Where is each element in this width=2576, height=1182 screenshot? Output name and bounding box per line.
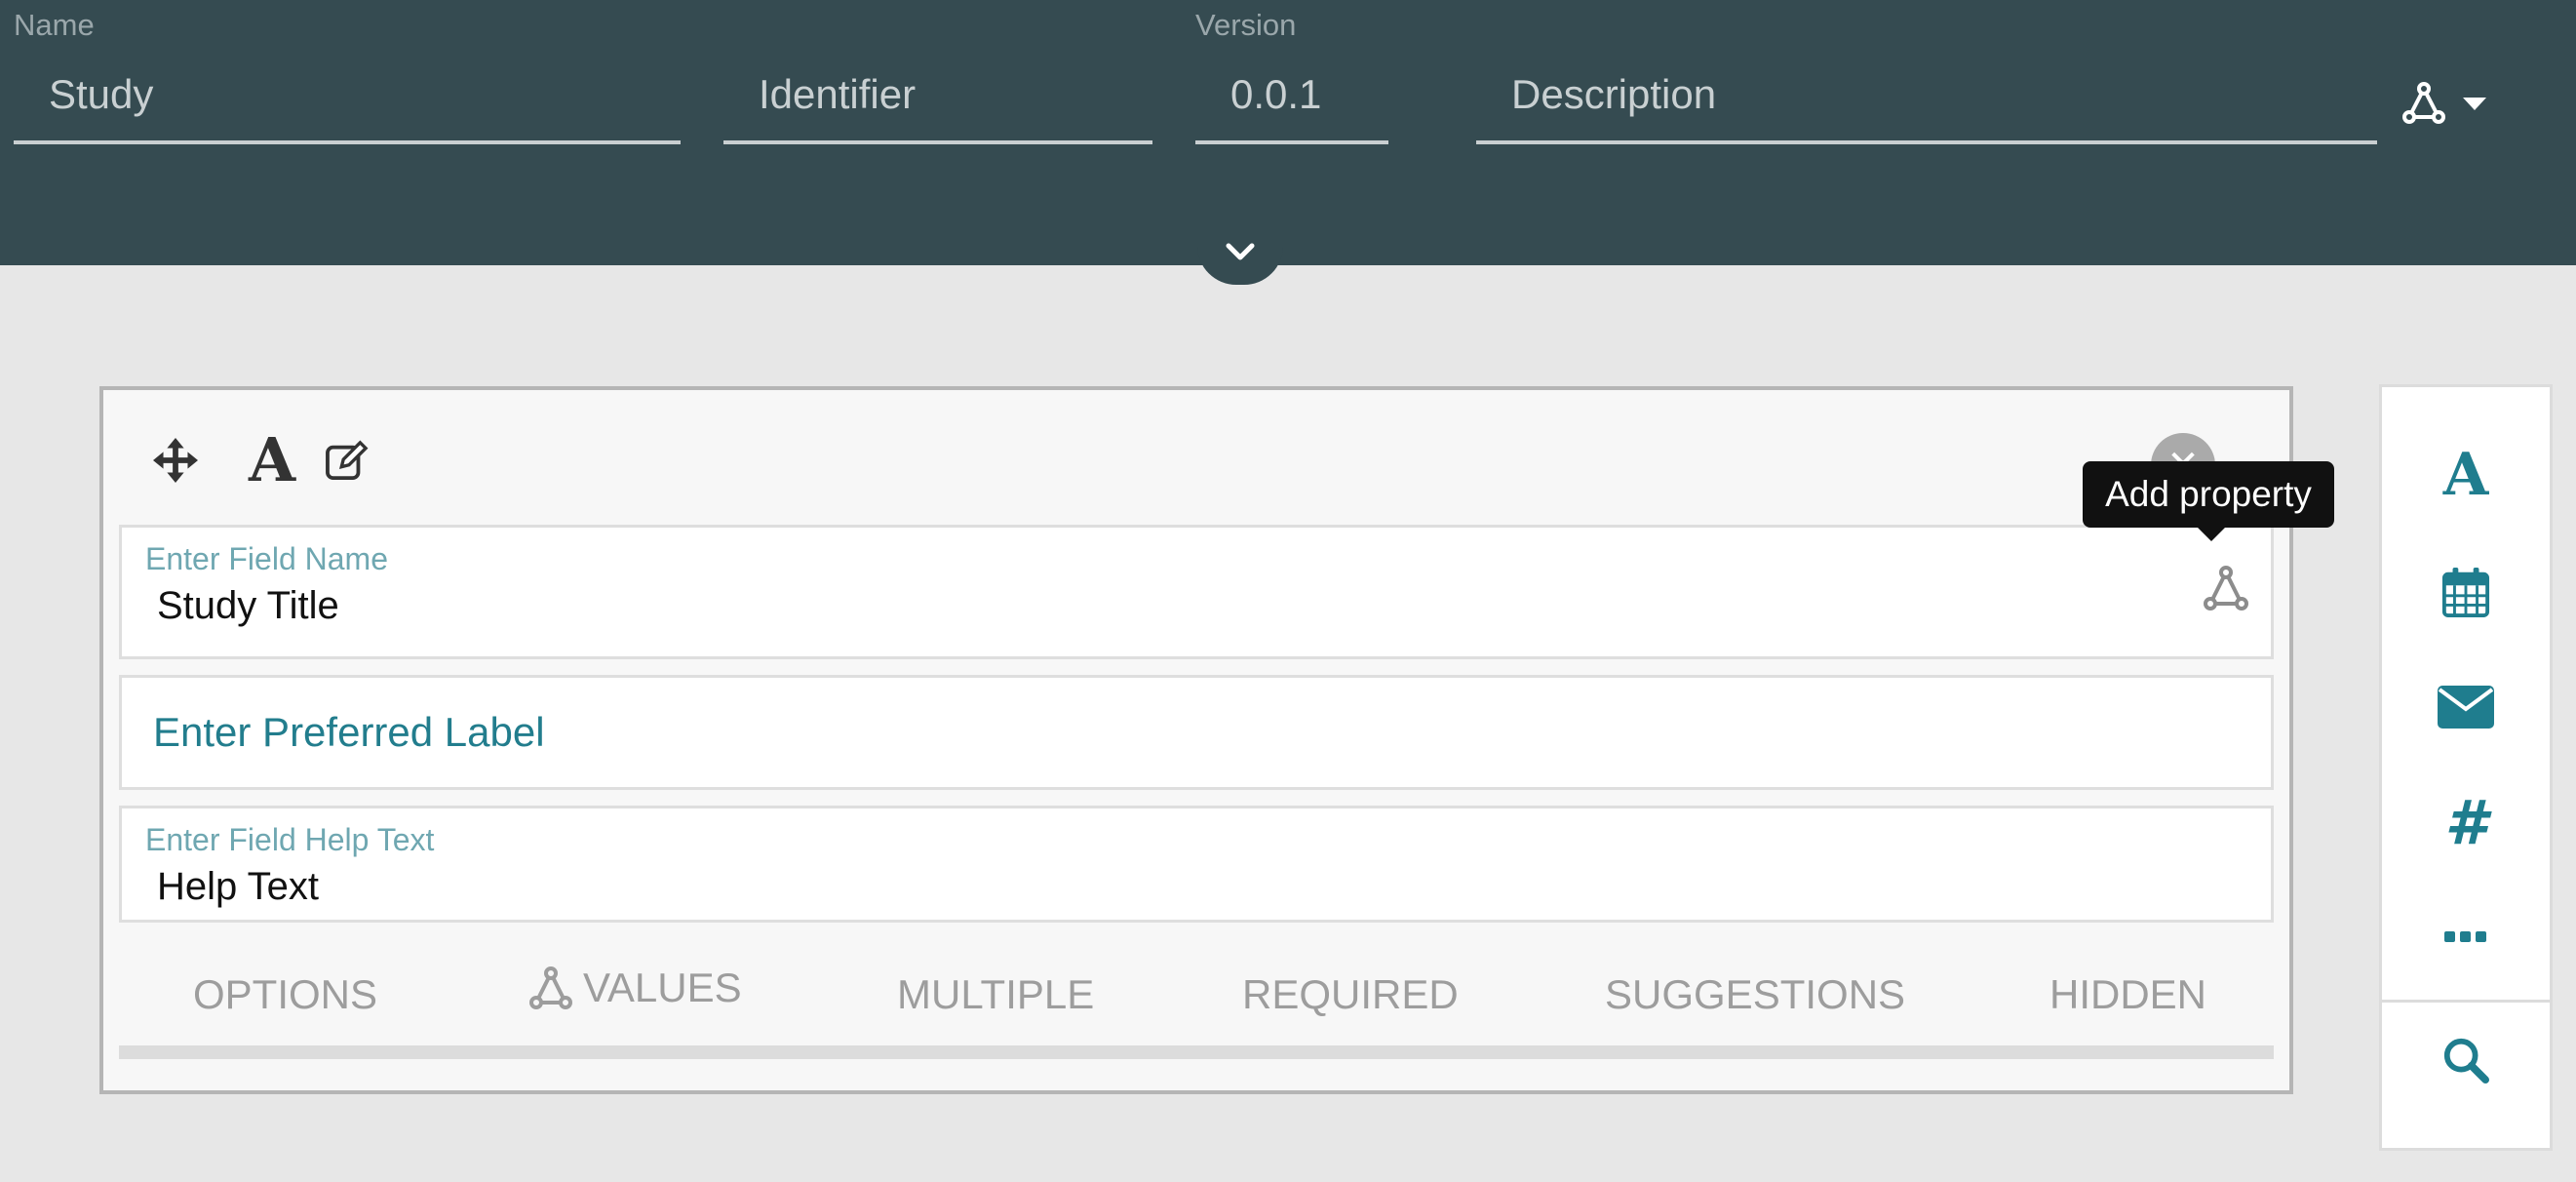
email-icon[interactable] <box>2382 658 2550 756</box>
help-text-label: Enter Field Help Text <box>145 822 435 857</box>
name-label: Name <box>14 8 95 42</box>
search-icon[interactable] <box>2382 1011 2550 1109</box>
field-name-input[interactable]: Study Title <box>157 584 339 628</box>
field-type-palette: A # <box>2379 384 2553 1151</box>
field-card: A ✕ Enter Field Name Study Title Enter P… <box>99 386 2293 1094</box>
help-text-input[interactable]: Help Text <box>157 865 319 909</box>
name-input[interactable]: Study <box>14 60 681 144</box>
field-name-label: Enter Field Name <box>145 541 388 576</box>
tab-hidden[interactable]: HIDDEN <box>2049 971 2206 1018</box>
field-name-box: Enter Field Name Study Title <box>119 525 2274 659</box>
move-icon[interactable] <box>152 437 199 484</box>
chevron-down-icon <box>1226 243 1255 260</box>
identifier-input[interactable]: Identifier <box>723 60 1152 144</box>
tab-values[interactable]: VALUES <box>527 964 742 1012</box>
graph-dropdown-button[interactable] <box>2400 72 2508 135</box>
header-collapse-toggle[interactable] <box>1197 215 1283 285</box>
description-input[interactable]: Description <box>1476 60 2377 144</box>
field-options-bar: OPTIONS VALUES MULTIPLE REQUIRED SUGGEST… <box>119 954 2274 1042</box>
edit-icon[interactable] <box>324 439 371 482</box>
options-panel-bar <box>119 1045 2274 1059</box>
number-icon[interactable]: # <box>2382 773 2550 871</box>
tab-suggestions[interactable]: SUGGESTIONS <box>1605 971 1905 1018</box>
version-input[interactable]: 0.0.1 <box>1195 60 1388 144</box>
graph-nodes-icon <box>529 966 572 1009</box>
calendar-icon[interactable] <box>2382 543 2550 641</box>
preferred-label-box: Enter Preferred Label <box>119 675 2274 790</box>
graph-nodes-icon <box>2402 82 2445 124</box>
add-property-tooltip: Add property <box>2083 461 2334 528</box>
template-header: Name Study Identifier Version 0.0.1 Desc… <box>0 0 2576 265</box>
add-property-icon[interactable] <box>2201 563 2251 613</box>
text-field-icon[interactable]: A <box>2382 426 2550 524</box>
tab-required[interactable]: REQUIRED <box>1242 971 1459 1018</box>
version-label: Version <box>1195 8 1297 42</box>
preferred-label-input[interactable]: Enter Preferred Label <box>153 709 545 756</box>
chevron-down-icon <box>2463 97 2486 110</box>
tooltip-arrow <box>2198 528 2225 541</box>
tab-options[interactable]: OPTIONS <box>193 971 377 1018</box>
palette-divider <box>2382 1000 2550 1003</box>
tab-multiple[interactable]: MULTIPLE <box>897 971 1094 1018</box>
help-text-box: Enter Field Help Text Help Text <box>119 806 2274 923</box>
more-icon[interactable] <box>2382 888 2550 986</box>
text-format-icon[interactable]: A <box>242 429 302 492</box>
